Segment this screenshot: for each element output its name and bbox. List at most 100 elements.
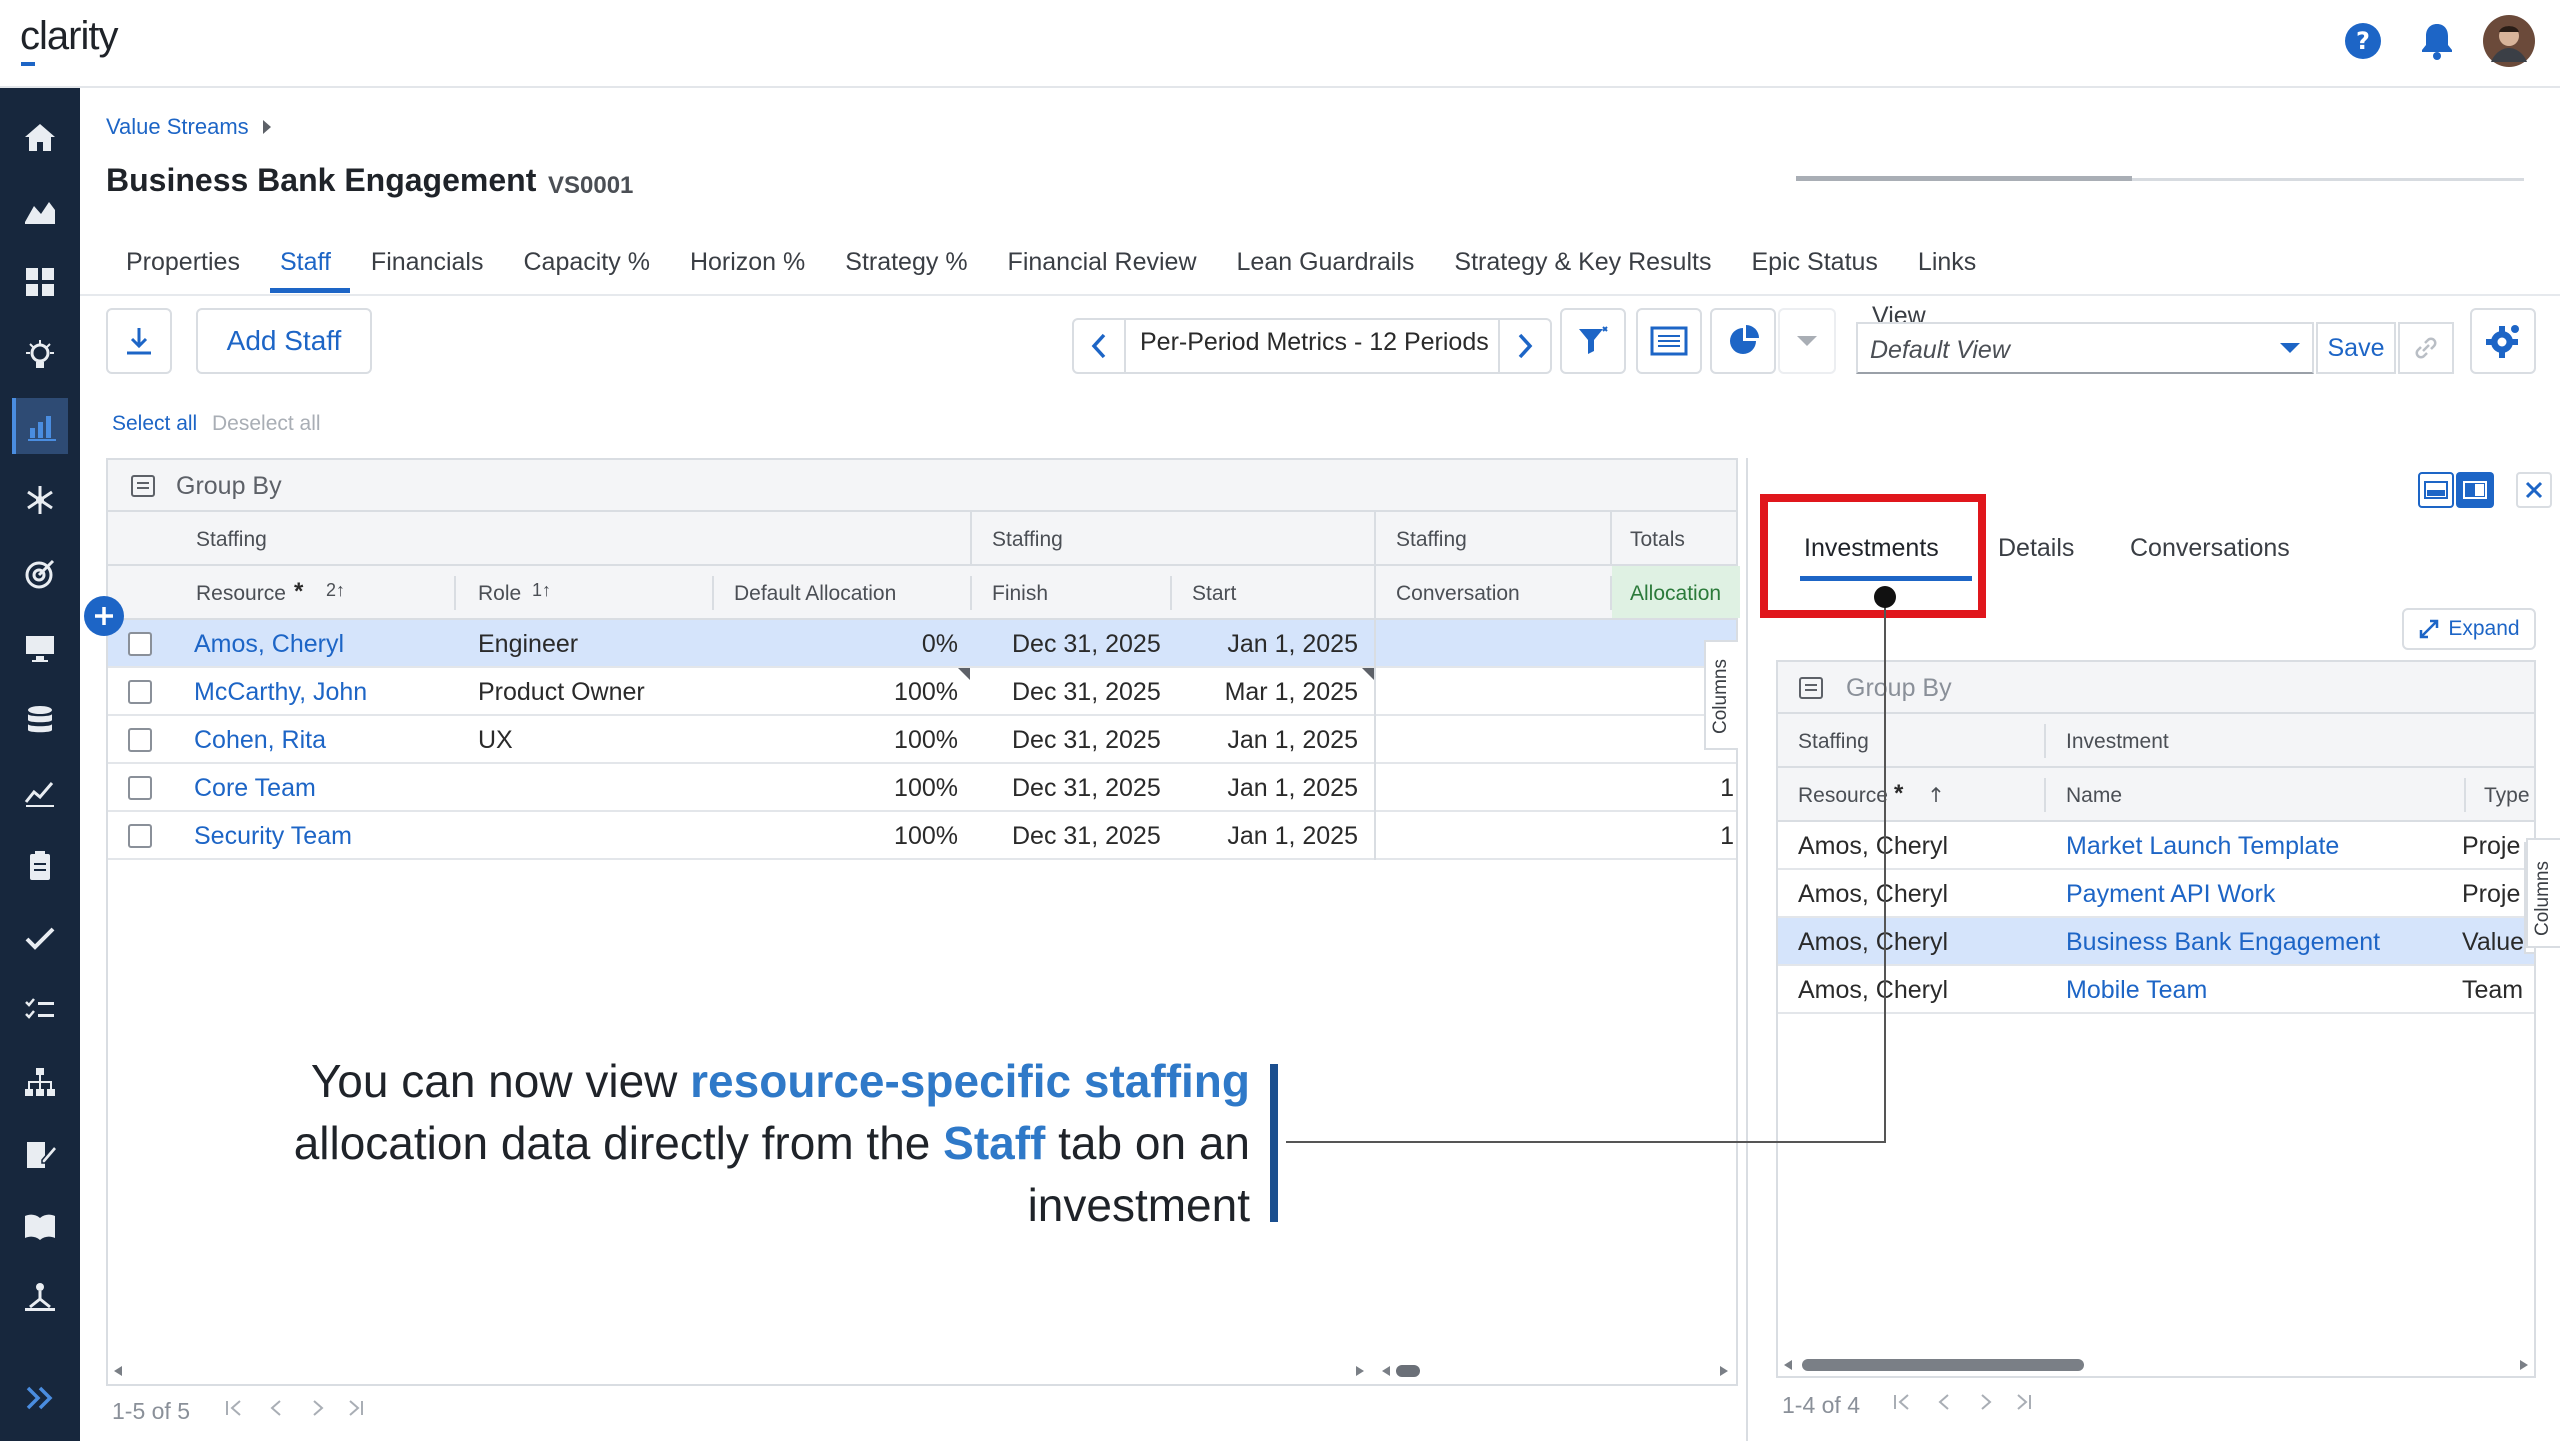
next-period-button[interactable] xyxy=(1498,320,1550,372)
table-row[interactable]: Amos, Cheryl Payment API Work Proje xyxy=(1778,870,2534,918)
resource-link[interactable]: Security Team xyxy=(194,822,352,851)
pager-arrows-icon[interactable] xyxy=(1892,1390,2042,1414)
grid-icon[interactable] xyxy=(12,254,68,310)
horizontal-scrollbar-right[interactable] xyxy=(1374,1360,1740,1382)
table-row[interactable]: Amos, Cheryl Mobile Team Team xyxy=(1778,966,2534,1014)
line-chart-icon[interactable] xyxy=(12,764,68,820)
column-header-allocation[interactable]: Allocation xyxy=(1630,582,1721,606)
settings-button[interactable] xyxy=(2470,308,2536,374)
resource-link[interactable]: Core Team xyxy=(194,774,316,803)
scroll-left-arrow-icon[interactable] xyxy=(1782,1359,1794,1371)
column-header-default-allocation[interactable]: Default Allocation xyxy=(734,582,896,606)
export-button[interactable] xyxy=(106,308,172,374)
column-header-start[interactable]: Start xyxy=(1192,582,1236,606)
row-checkbox[interactable] xyxy=(128,632,152,656)
investment-link[interactable]: Mobile Team xyxy=(2066,976,2207,1005)
row-checkbox[interactable] xyxy=(128,728,152,752)
clipboard-icon[interactable] xyxy=(12,838,68,894)
hierarchy-icon[interactable] xyxy=(12,1270,68,1326)
investment-link[interactable]: Payment API Work xyxy=(2066,880,2275,909)
columns-side-tab[interactable]: Columns xyxy=(1704,640,1738,750)
dock-bottom-button[interactable] xyxy=(2418,472,2454,508)
link-view-button[interactable] xyxy=(2398,322,2454,374)
column-header-resource[interactable]: Resource xyxy=(1798,784,1888,808)
bell-icon[interactable] xyxy=(2414,18,2460,64)
add-row-button[interactable] xyxy=(84,596,124,636)
monitor-icon[interactable] xyxy=(12,620,68,676)
add-staff-button[interactable]: Add Staff xyxy=(196,308,372,374)
checkmark-icon[interactable] xyxy=(12,910,68,966)
tab-properties[interactable]: Properties xyxy=(106,236,260,294)
tab-strategy[interactable]: Strategy % xyxy=(825,236,987,294)
row-checkbox[interactable] xyxy=(128,680,152,704)
tab-strategy-key-results[interactable]: Strategy & Key Results xyxy=(1434,236,1731,294)
row-checkbox[interactable] xyxy=(128,776,152,800)
column-header-role[interactable]: Role xyxy=(478,582,521,606)
chart-area-icon[interactable] xyxy=(12,182,68,238)
org-chart-icon[interactable] xyxy=(12,1054,68,1110)
expand-icon[interactable] xyxy=(12,1370,68,1426)
investment-link[interactable]: Market Launch Template xyxy=(2066,832,2339,861)
tab-horizon[interactable]: Horizon % xyxy=(670,236,825,294)
column-header-resource[interactable]: Resource xyxy=(196,582,286,606)
tab-lean-guardrails[interactable]: Lean Guardrails xyxy=(1217,236,1435,294)
columns-side-tab[interactable]: Columns xyxy=(2526,838,2560,948)
previous-period-button[interactable] xyxy=(1074,320,1126,372)
scroll-right-arrow-icon[interactable] xyxy=(1354,1365,1366,1377)
app-logo[interactable]: clarity xyxy=(20,14,118,59)
table-row[interactable]: Core Team 100% Dec 31, 2025 Jan 1, 2025 … xyxy=(108,764,1736,812)
bar-chart-icon[interactable] xyxy=(12,398,68,454)
save-view-button[interactable]: Save xyxy=(2316,322,2396,374)
table-row[interactable]: McCarthy, John Product Owner 100% Dec 31… xyxy=(108,668,1736,716)
group-by-bar[interactable]: Group By xyxy=(1778,662,2534,714)
resource-link[interactable]: Cohen, Rita xyxy=(194,726,326,755)
tab-epic-status[interactable]: Epic Status xyxy=(1731,236,1897,294)
investment-link[interactable]: Business Bank Engagement xyxy=(2066,928,2380,957)
book-icon[interactable] xyxy=(12,1198,68,1254)
details-view-button[interactable] xyxy=(1636,308,1702,374)
select-all-link[interactable]: Select all xyxy=(112,412,197,436)
table-row[interactable]: Amos, Cheryl Business Bank Engagement Va… xyxy=(1778,918,2534,966)
scroll-left-arrow-icon[interactable] xyxy=(1380,1365,1392,1377)
chart-options-dropdown[interactable] xyxy=(1778,308,1836,374)
tab-details[interactable]: Details xyxy=(1998,534,2074,563)
breadcrumb-value-streams[interactable]: Value Streams xyxy=(106,114,249,140)
caret-down-icon[interactable] xyxy=(2278,340,2302,356)
deselect-all-link[interactable]: Deselect all xyxy=(212,412,321,436)
row-checkbox[interactable] xyxy=(128,824,152,848)
table-row[interactable]: Amos, Cheryl Engineer 0% Dec 31, 2025 Ja… xyxy=(108,620,1736,668)
breadcrumb[interactable]: Value Streams xyxy=(106,114,273,140)
group-by-bar[interactable]: Group By xyxy=(108,460,1736,512)
table-row[interactable]: Security Team 100% Dec 31, 2025 Jan 1, 2… xyxy=(108,812,1736,860)
column-header-name[interactable]: Name xyxy=(2066,784,2122,808)
lightbulb-icon[interactable] xyxy=(12,328,68,384)
scroll-left-arrow-icon[interactable] xyxy=(112,1365,124,1377)
question-circle-icon[interactable]: ? xyxy=(2340,18,2386,64)
column-header-type[interactable]: Type xyxy=(2484,784,2530,808)
horizontal-scrollbar[interactable] xyxy=(1778,1354,2534,1376)
scroll-thumb[interactable] xyxy=(1802,1359,2084,1371)
chart-view-button[interactable] xyxy=(1710,308,1776,374)
checklist-icon[interactable] xyxy=(12,982,68,1038)
pager-arrows-icon[interactable] xyxy=(224,1396,374,1420)
target-icon[interactable] xyxy=(12,546,68,602)
user-avatar[interactable] xyxy=(2482,14,2536,68)
tab-capacity[interactable]: Capacity % xyxy=(503,236,669,294)
filter-button[interactable] xyxy=(1560,308,1626,374)
tab-conversations[interactable]: Conversations xyxy=(2130,534,2290,563)
investments-pager-controls[interactable] xyxy=(1892,1390,2042,1420)
dock-right-button[interactable] xyxy=(2456,472,2494,508)
tab-links[interactable]: Links xyxy=(1898,236,1996,294)
table-row[interactable]: Amos, Cheryl Market Launch Template Proj… xyxy=(1778,822,2534,870)
resource-link[interactable]: Amos, Cheryl xyxy=(194,630,344,659)
scroll-right-arrow-icon[interactable] xyxy=(1718,1365,1730,1377)
close-panel-button[interactable] xyxy=(2516,472,2552,508)
home-icon[interactable] xyxy=(12,110,68,166)
edit-doc-icon[interactable] xyxy=(12,1126,68,1182)
expand-button[interactable]: Expand xyxy=(2402,608,2536,650)
database-icon[interactable] xyxy=(12,692,68,748)
scroll-right-arrow-icon[interactable] xyxy=(2518,1359,2530,1371)
tab-financials[interactable]: Financials xyxy=(351,236,504,294)
column-header-conversation[interactable]: Conversation xyxy=(1396,582,1520,606)
grid-pager-controls[interactable] xyxy=(224,1396,374,1426)
